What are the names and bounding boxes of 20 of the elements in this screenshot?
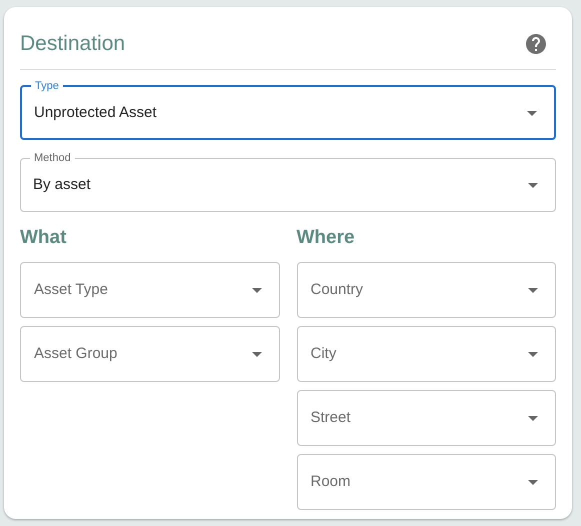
select-field[interactable]: City [296, 326, 556, 382]
dropdown-caret-icon [252, 352, 262, 356]
section-heading: Where [296, 226, 355, 250]
dropdown-caret-icon [252, 288, 262, 292]
section-heading: What [20, 226, 66, 250]
dropdown-caret-icon [528, 182, 538, 188]
dropdown-caret-icon [528, 352, 538, 356]
select-field[interactable]: Country [296, 262, 556, 318]
help-icon[interactable] [524, 32, 548, 56]
select-field[interactable]: Method By asset [20, 150, 556, 212]
select-field[interactable]: Street [296, 390, 556, 446]
card-title: Destination [20, 31, 126, 57]
dropdown-caret-icon [528, 416, 538, 420]
select-field[interactable]: Asset Type [20, 262, 280, 318]
select-field[interactable]: Type Unprotected Asset [20, 78, 556, 140]
select-field[interactable]: Asset Group [20, 326, 280, 382]
select-field[interactable]: Room [296, 454, 556, 510]
dropdown-caret-icon [528, 288, 538, 292]
dropdown-caret-icon [527, 110, 537, 116]
dropdown-caret-icon [528, 480, 538, 484]
